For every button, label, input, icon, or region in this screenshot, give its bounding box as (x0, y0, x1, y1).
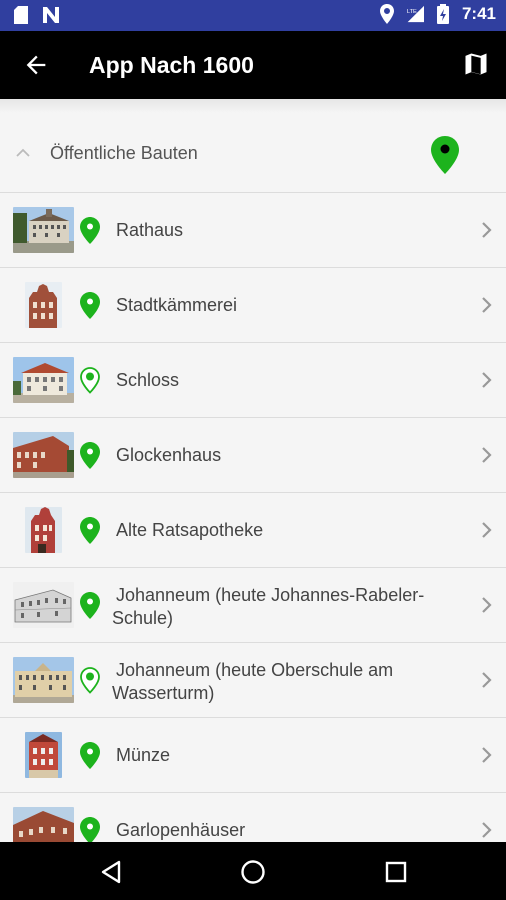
list-item-label: Johanneum (heute Oberschule am Wassertur… (112, 660, 394, 703)
svg-text:LTE: LTE (407, 9, 417, 15)
map-pin-outline-icon (80, 667, 100, 694)
back-triangle-icon[interactable] (99, 859, 125, 885)
thumbnail-image (13, 657, 74, 703)
chevron-right-icon (480, 745, 494, 765)
list-item-label: Münze (116, 745, 171, 765)
app-bar-shadow (0, 99, 506, 113)
thumbnail-image (25, 282, 62, 328)
map-pin-icon (80, 442, 100, 469)
status-bar: LTE 7:41 (0, 0, 506, 31)
thumbnail-image (25, 732, 62, 778)
sd-card-icon (12, 5, 30, 25)
chevron-right-icon (480, 670, 494, 690)
status-time: 7:41 (461, 4, 496, 23)
list-item-label: Rathaus (116, 220, 184, 240)
thumbnail-image (13, 432, 74, 478)
chevron-right-icon (480, 820, 494, 840)
map-pin-icon (80, 517, 100, 544)
list-item[interactable]: Glockenhaus (0, 418, 506, 493)
arrow-back-icon[interactable] (22, 51, 50, 79)
group-title: Öffentliche Bauten (50, 143, 198, 163)
list-item-label: Garlopenhäuser (116, 820, 246, 840)
list-item[interactable]: Alte Ratsapotheke (0, 493, 506, 568)
thumbnail-image (13, 207, 74, 253)
list-item[interactable]: Johanneum (heute Oberschule am Wassertur… (0, 643, 506, 718)
map-pin-outline-icon (80, 367, 100, 394)
home-circle-icon[interactable] (240, 859, 266, 885)
list-item[interactable]: Schloss (0, 343, 506, 418)
map-icon[interactable] (462, 50, 490, 78)
group-header[interactable]: Öffentliche Bauten (0, 116, 506, 193)
map-pin-icon (80, 592, 100, 619)
chevron-up-icon[interactable] (14, 144, 32, 162)
chevron-right-icon (480, 220, 494, 240)
list-item[interactable]: Rathaus (0, 193, 506, 268)
map-pin-icon[interactable] (431, 136, 459, 174)
list-item-label: Johanneum (heute Johannes-Rabeler-Schule… (112, 585, 425, 628)
recents-square-icon[interactable] (383, 859, 409, 885)
list-item-label: Glockenhaus (116, 445, 222, 465)
list-item-label: Stadtkämmerei (116, 295, 238, 315)
map-pin-icon (80, 217, 100, 244)
chevron-right-icon (480, 595, 494, 615)
thumbnail-image (13, 582, 74, 628)
chevron-right-icon (480, 520, 494, 540)
navigation-bar (0, 842, 506, 900)
map-pin-icon (80, 742, 100, 769)
app-bar: App Nach 1600 (0, 31, 506, 99)
thumbnail-image (13, 357, 74, 403)
list-item-label: Schloss (116, 370, 180, 390)
lte-signal-icon: LTE (406, 4, 424, 24)
location-icon (378, 4, 396, 24)
list-item[interactable]: Johanneum (heute Johannes-Rabeler-Schule… (0, 568, 506, 643)
thumbnail-image (25, 507, 62, 553)
list-item[interactable]: Stadtkämmerei (0, 268, 506, 343)
map-pin-icon (80, 292, 100, 319)
building-list: Rathaus Stadtkämmerei Schloss Glockenhau… (0, 193, 506, 868)
chevron-right-icon (480, 370, 494, 390)
list-item-label: Alte Ratsapotheke (116, 520, 264, 540)
chevron-right-icon (480, 445, 494, 465)
battery-icon (434, 4, 452, 24)
n-notification-icon (42, 5, 60, 25)
chevron-right-icon (480, 295, 494, 315)
page-title: App Nach 1600 (89, 52, 254, 78)
list-item[interactable]: Münze (0, 718, 506, 793)
map-pin-icon (80, 817, 100, 844)
